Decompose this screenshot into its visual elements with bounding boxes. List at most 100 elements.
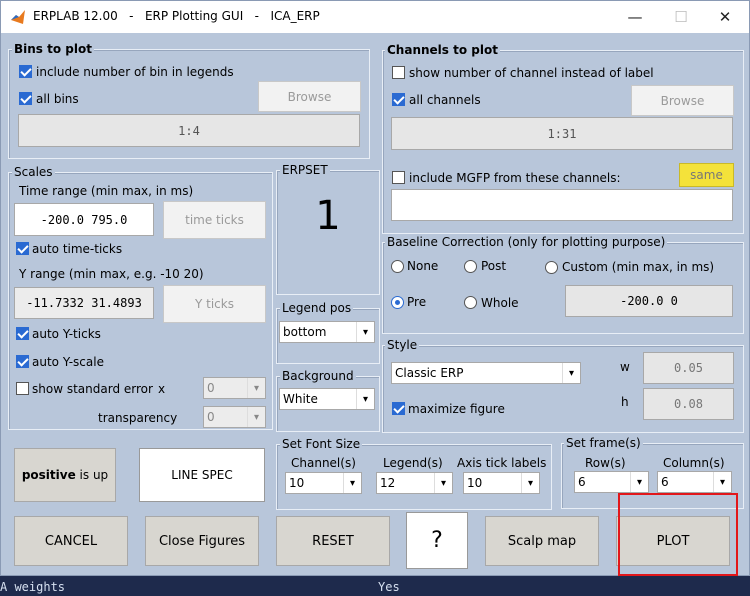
background-select[interactable]: White ▾ bbox=[279, 388, 375, 410]
matlab-logo-icon bbox=[11, 10, 25, 24]
minimize-icon[interactable]: — bbox=[624, 7, 646, 27]
all-bins-checkbox[interactable] bbox=[19, 92, 32, 105]
background-value: White bbox=[283, 392, 318, 406]
baseline-pre-label: Pre bbox=[407, 295, 427, 309]
width-input[interactable]: 0.05 bbox=[643, 352, 734, 384]
baseline-whole-label: Whole bbox=[481, 296, 519, 310]
auto-y-scale-checkbox[interactable] bbox=[16, 355, 29, 368]
show-standard-error-checkbox[interactable] bbox=[16, 382, 29, 395]
legend-font-select[interactable]: 12 ▾ bbox=[376, 472, 453, 494]
y-range-input[interactable]: -11.7332 31.4893 bbox=[14, 287, 154, 319]
chevron-down-icon: ▾ bbox=[713, 472, 731, 492]
height-input[interactable]: 0.08 bbox=[643, 388, 734, 420]
scalp-map-button[interactable]: Scalp map bbox=[485, 516, 599, 566]
legend-font-label: Legend(s) bbox=[383, 456, 443, 470]
channels-browse-button[interactable]: Browse bbox=[631, 85, 734, 116]
erp-plotting-window: ERPLAB 12.00 - ERP Plotting GUI - ICA_ER… bbox=[0, 0, 750, 576]
frames-group-title: Set frame(s) bbox=[564, 436, 643, 450]
axis-font-select[interactable]: 10 ▾ bbox=[463, 472, 540, 494]
auto-time-ticks-checkbox[interactable] bbox=[16, 242, 29, 255]
console-text-left: A weights bbox=[0, 580, 66, 594]
scales-group-title: Scales bbox=[12, 165, 55, 179]
rows-label: Row(s) bbox=[585, 456, 626, 470]
style-select[interactable]: Classic ERP ▾ bbox=[391, 362, 581, 384]
show-standard-error-label: show standard error bbox=[32, 382, 153, 396]
x-label: x bbox=[158, 382, 166, 396]
bins-browse-button[interactable]: Browse bbox=[258, 81, 361, 112]
x-select[interactable]: 0 ▾ bbox=[203, 377, 266, 399]
channel-font-label: Channel(s) bbox=[291, 456, 356, 470]
axis-font-label: Axis tick labels bbox=[457, 456, 547, 470]
height-label: h bbox=[621, 395, 629, 409]
cancel-button[interactable]: CANCEL bbox=[14, 516, 128, 566]
rows-select[interactable]: 6 ▾ bbox=[574, 471, 649, 493]
time-range-input[interactable]: -200.0 795.0 bbox=[14, 203, 154, 236]
include-mgfp-checkbox[interactable] bbox=[392, 171, 405, 184]
maximize-figure-label: maximize figure bbox=[408, 402, 505, 416]
baseline-custom-radio[interactable] bbox=[545, 261, 558, 274]
transparency-label: transparency bbox=[98, 411, 178, 425]
close-icon[interactable]: ✕ bbox=[714, 7, 736, 27]
close-figures-button[interactable]: Close Figures bbox=[145, 516, 259, 566]
width-label: w bbox=[620, 360, 630, 374]
columns-select[interactable]: 6 ▾ bbox=[657, 471, 732, 493]
maximize-icon[interactable]: ☐ bbox=[670, 7, 692, 27]
channels-group-title: Channels to plot bbox=[385, 43, 500, 57]
plot-highlight-box bbox=[618, 493, 738, 576]
transparency-select-value: 0 bbox=[207, 410, 215, 424]
font-size-group-title: Set Font Size bbox=[280, 437, 363, 451]
axis-font-value: 10 bbox=[467, 476, 483, 490]
reset-button[interactable]: RESET bbox=[276, 516, 390, 566]
mgfp-channels-field[interactable] bbox=[391, 189, 733, 221]
polarity-button[interactable]: positive is up bbox=[14, 448, 116, 502]
chevron-down-icon: ▾ bbox=[356, 389, 374, 409]
legend-font-value: 12 bbox=[380, 476, 396, 490]
channel-font-select[interactable]: 10 ▾ bbox=[285, 472, 362, 494]
bins-group-title: Bins to plot bbox=[12, 42, 94, 56]
erpset-group-title: ERPSET bbox=[280, 163, 330, 177]
chevron-down-icon: ▾ bbox=[343, 473, 361, 493]
baseline-none-radio[interactable] bbox=[391, 260, 404, 273]
window-title: ERPLAB 12.00 - ERP Plotting GUI - ICA_ER… bbox=[33, 9, 320, 23]
bins-range-field[interactable]: 1:4 bbox=[18, 114, 360, 147]
chevron-down-icon: ▾ bbox=[562, 363, 580, 383]
show-channel-number-checkbox[interactable] bbox=[392, 66, 405, 79]
baseline-group-title: Baseline Correction (only for plotting p… bbox=[385, 235, 668, 249]
auto-y-scale-label: auto Y-scale bbox=[32, 355, 104, 369]
channels-range-field[interactable]: 1:31 bbox=[391, 117, 733, 150]
all-channels-checkbox[interactable] bbox=[392, 93, 405, 106]
channel-font-value: 10 bbox=[289, 476, 305, 490]
auto-y-ticks-label: auto Y-ticks bbox=[32, 327, 101, 341]
columns-label: Column(s) bbox=[663, 456, 725, 470]
time-ticks-button[interactable]: time ticks bbox=[163, 201, 266, 239]
legend-pos-value: bottom bbox=[283, 325, 327, 339]
auto-time-ticks-label: auto time-ticks bbox=[32, 242, 123, 256]
legend-pos-group-title: Legend pos bbox=[280, 301, 354, 315]
transparency-select[interactable]: 0 ▾ bbox=[203, 406, 266, 428]
chevron-down-icon: ▾ bbox=[356, 322, 374, 342]
auto-y-ticks-checkbox[interactable] bbox=[16, 327, 29, 340]
all-bins-label: all bins bbox=[36, 92, 79, 106]
title-bar: ERPLAB 12.00 - ERP Plotting GUI - ICA_ER… bbox=[1, 1, 749, 33]
line-spec-button[interactable]: LINE SPEC bbox=[139, 448, 265, 502]
y-ticks-button[interactable]: Y ticks bbox=[163, 285, 266, 323]
baseline-custom-input[interactable]: -200.0 0 bbox=[565, 285, 733, 317]
all-channels-label: all channels bbox=[409, 93, 481, 107]
time-range-label: Time range (min max, in ms) bbox=[19, 184, 194, 198]
same-button[interactable]: same bbox=[679, 163, 734, 187]
legend-pos-select[interactable]: bottom ▾ bbox=[279, 321, 375, 343]
maximize-figure-checkbox[interactable] bbox=[392, 402, 405, 415]
polarity-rest: is up bbox=[75, 468, 109, 482]
columns-value: 6 bbox=[661, 475, 669, 489]
baseline-whole-radio[interactable] bbox=[464, 296, 477, 309]
console-text-right: Yes bbox=[378, 580, 400, 594]
include-bin-number-label: include number of bin in legends bbox=[36, 65, 234, 79]
include-bin-number-checkbox[interactable] bbox=[19, 65, 32, 78]
baseline-none-label: None bbox=[407, 259, 439, 273]
include-mgfp-label: include MGFP from these channels: bbox=[409, 171, 621, 185]
baseline-pre-radio[interactable] bbox=[391, 296, 404, 309]
x-select-value: 0 bbox=[207, 381, 215, 395]
help-button[interactable]: ? bbox=[406, 512, 468, 569]
baseline-post-radio[interactable] bbox=[464, 260, 477, 273]
style-value: Classic ERP bbox=[395, 366, 464, 380]
